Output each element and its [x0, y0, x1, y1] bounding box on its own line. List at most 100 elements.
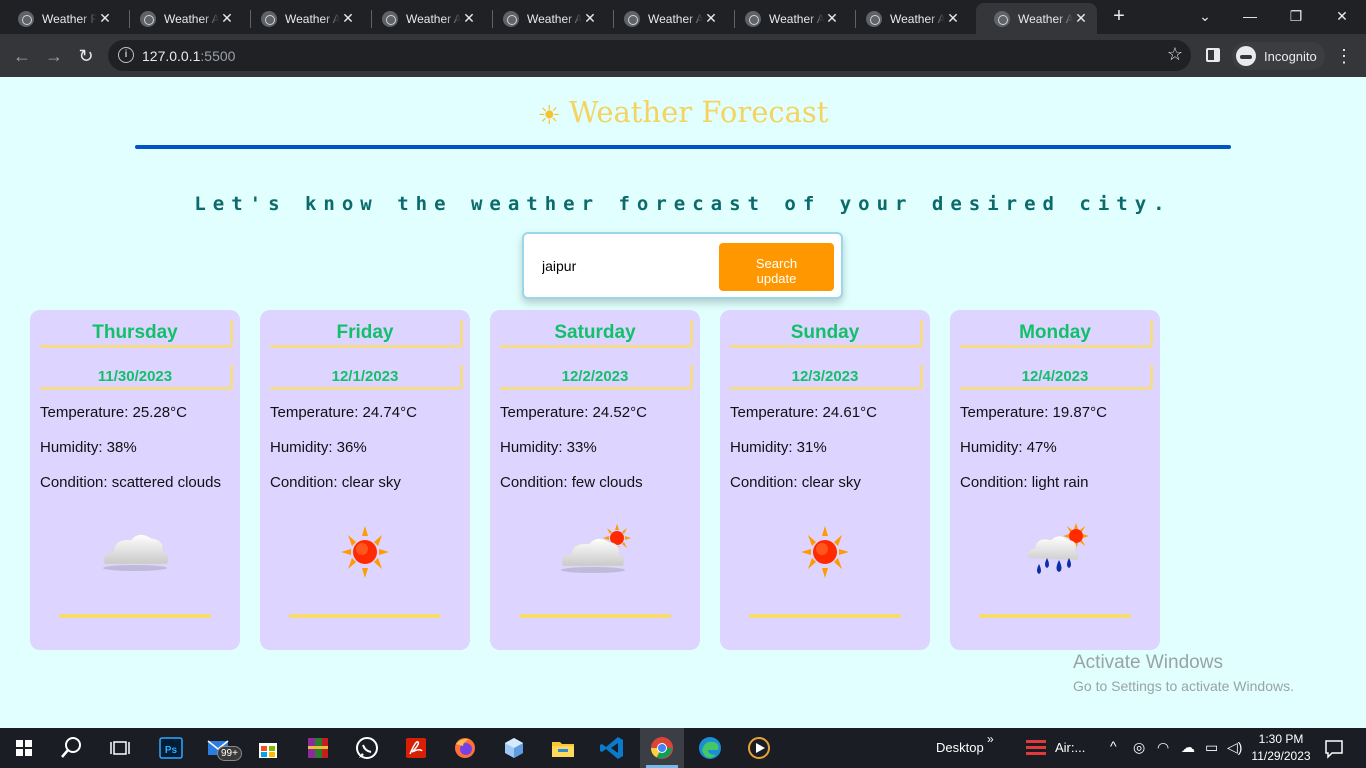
battery-icon[interactable]: ▭: [1205, 739, 1218, 756]
address-bar[interactable]: i 127.0.0.1:5500 ☆: [108, 40, 1191, 71]
clock[interactable]: 1:30 PM 11/29/2023: [1250, 731, 1312, 765]
more-menu-icon[interactable]: ⋮: [1334, 44, 1354, 68]
onedrive-icon[interactable]: ☁: [1181, 739, 1195, 756]
minimize-button[interactable]: —: [1230, 4, 1270, 28]
forecast-date: 12/2/2023: [500, 365, 693, 390]
browser-tab[interactable]: Weather App ✕: [606, 3, 727, 34]
clock-time: 1:30 PM: [1258, 732, 1304, 746]
close-tab-icon[interactable]: ✕: [945, 10, 961, 27]
winrar-icon[interactable]: [304, 734, 332, 762]
globe-icon: [866, 10, 882, 27]
browser-tab[interactable]: Weather App ✕: [848, 3, 969, 34]
air-quality-label[interactable]: Air:...: [1055, 740, 1085, 755]
meet-now-icon[interactable]: ◎: [1133, 739, 1145, 756]
side-panel-icon[interactable]: [1206, 48, 1220, 62]
tab-title: Weather App: [890, 11, 945, 26]
close-tab-icon[interactable]: ✕: [340, 10, 356, 27]
globe-icon: [382, 10, 398, 27]
forecast-date: 12/3/2023: [730, 365, 923, 390]
forecast-day: Friday: [270, 320, 463, 348]
file-explorer-icon[interactable]: [549, 734, 577, 762]
close-tab-icon[interactable]: ✕: [219, 10, 235, 27]
tab-search-chevron-icon[interactable]: ⌄: [1185, 4, 1225, 28]
mail-icon[interactable]: 99+: [205, 734, 242, 762]
forecast-temperature: Temperature: 24.52°C: [500, 404, 647, 421]
close-window-button[interactable]: ✕: [1322, 4, 1362, 28]
title-divider: [135, 145, 1231, 149]
browser-tab[interactable]: Weather Forecast ✕: [0, 3, 121, 34]
3d-viewer-icon[interactable]: [500, 734, 528, 762]
forecast-card: Monday 12/4/2023 Temperature: 19.87°C Hu…: [950, 310, 1160, 650]
acrobat-icon[interactable]: [402, 734, 430, 762]
chevron-right-icon[interactable]: »: [987, 732, 994, 746]
reload-button[interactable]: ↻: [72, 42, 100, 70]
search-icon[interactable]: [58, 734, 86, 762]
browser-tab[interactable]: Weather App ✕: [364, 3, 485, 34]
forecast-condition: Condition: few clouds: [500, 474, 643, 491]
card-underline: [59, 614, 211, 618]
forecast-card: Friday 12/1/2023 Temperature: 24.74°C Hu…: [260, 310, 470, 650]
desktop-toolbar-label[interactable]: Desktop: [936, 740, 984, 755]
close-tab-icon[interactable]: ✕: [1073, 10, 1089, 27]
browser-tab[interactable]: Weather App ✕: [122, 3, 243, 34]
search-update-button[interactable]: Search update: [719, 243, 834, 291]
forecast-temperature: Temperature: 24.61°C: [730, 404, 877, 421]
globe-icon: [140, 10, 156, 27]
tab-title: Weather App: [1018, 11, 1073, 26]
close-tab-icon[interactable]: ✕: [461, 10, 477, 27]
photoshop-icon[interactable]: Ps: [157, 734, 185, 762]
whatsapp-icon[interactable]: [353, 734, 381, 762]
rain-sun-icon: [1027, 523, 1089, 574]
vscode-icon[interactable]: [598, 734, 626, 762]
air-quality-icon[interactable]: [1022, 734, 1050, 762]
cloud-icon: [103, 534, 169, 571]
forecast-date: 12/4/2023: [960, 365, 1153, 390]
watermark-title: Activate Windows: [1073, 652, 1223, 673]
close-tab-icon[interactable]: ✕: [824, 10, 840, 27]
search-panel: Search update: [522, 232, 843, 299]
chrome-icon: [651, 737, 673, 759]
microsoft-store-icon[interactable]: [254, 734, 282, 762]
chrome-taskbar-active[interactable]: [640, 728, 684, 768]
windows-taskbar: Ps 99+ Desktop » Air:... ^ ◎ ◠ ☁ ▭ ◁) 1:…: [0, 728, 1366, 768]
forward-button[interactable]: →: [40, 42, 68, 70]
forecast-date: 12/1/2023: [270, 365, 463, 390]
forecast-humidity: Humidity: 47%: [960, 439, 1057, 456]
notification-icon[interactable]: [1320, 734, 1348, 762]
restore-button[interactable]: ❐: [1276, 4, 1316, 28]
close-tab-icon[interactable]: ✕: [703, 10, 719, 27]
firefox-icon[interactable]: [451, 734, 479, 762]
page-title: Weather Forecast: [568, 95, 829, 129]
site-info-icon[interactable]: i: [118, 47, 134, 63]
tab-title: Weather App: [164, 11, 219, 26]
forecast-day: Saturday: [500, 320, 693, 348]
wifi-icon[interactable]: ◠: [1157, 739, 1169, 756]
globe-icon: [261, 10, 277, 27]
forecast-card: Saturday 12/2/2023 Temperature: 24.52°C …: [490, 310, 700, 650]
incognito-profile-button[interactable]: Incognito: [1232, 42, 1325, 70]
web-page: ☀ Weather Forecast Let's know the weather…: [0, 77, 1366, 728]
close-tab-icon[interactable]: ✕: [582, 10, 598, 27]
windows-start-icon[interactable]: [10, 734, 38, 762]
edge-icon[interactable]: [696, 734, 724, 762]
media-player-icon[interactable]: [745, 734, 773, 762]
city-search-input[interactable]: [536, 251, 720, 281]
task-view-icon[interactable]: [106, 734, 134, 762]
globe-icon: [624, 10, 640, 27]
watermark-subtitle: Go to Settings to activate Windows.: [1073, 678, 1294, 694]
volume-icon[interactable]: ◁): [1227, 739, 1242, 756]
back-button[interactable]: ←: [8, 42, 36, 70]
url-port: :5500: [200, 48, 236, 64]
browser-toolbar: ← → ↻ i 127.0.0.1:5500 ☆ Incognito ⋮: [0, 34, 1366, 77]
incognito-icon: [1236, 46, 1256, 66]
sun-icon: [341, 526, 389, 578]
browser-tab[interactable]: Weather App ✕: [485, 3, 606, 34]
close-tab-icon[interactable]: ✕: [97, 10, 113, 27]
browser-tab-active[interactable]: Weather App ✕: [976, 3, 1097, 34]
browser-tab[interactable]: Weather App ✕: [243, 3, 364, 34]
bookmark-star-icon[interactable]: ☆: [1167, 44, 1183, 65]
new-tab-button[interactable]: +: [1108, 5, 1130, 27]
browser-tab[interactable]: Weather App ✕: [727, 3, 848, 34]
chevron-up-icon[interactable]: ^: [1110, 738, 1117, 754]
forecast-temperature: Temperature: 19.87°C: [960, 404, 1107, 421]
